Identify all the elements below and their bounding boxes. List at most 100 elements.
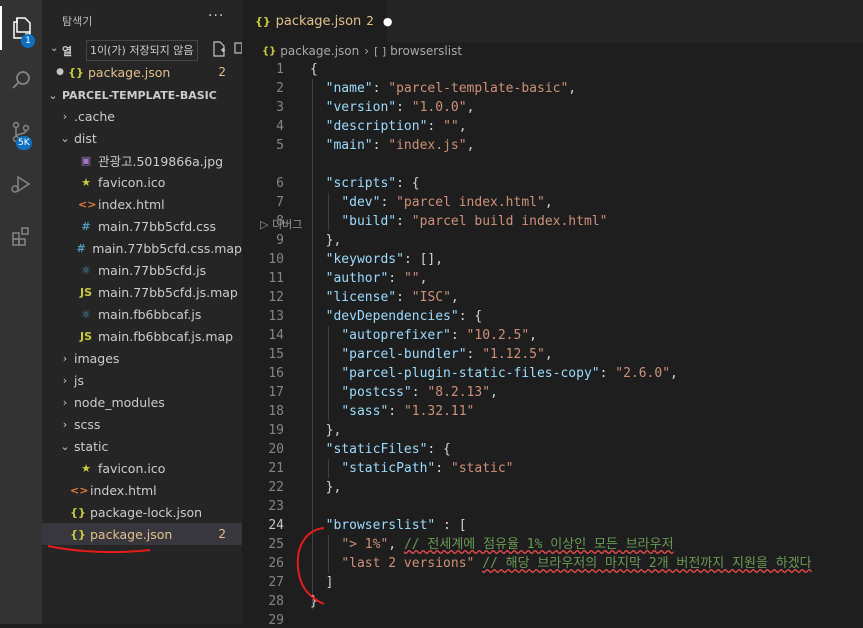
punctuation [310,347,341,362]
json-string: "10.2.5" [466,328,530,343]
code-editor[interactable]: 1 2 3 4 5 6 7 8 9 10 11 12 13 14 15 16 17 18 19 20 21 22 23 24 2… [242,60,863,628]
punctuation: , [670,366,678,381]
line-number: 28 [268,594,284,609]
line-number: 15 [268,347,284,362]
json-key: "keywords" [325,252,404,267]
extensions-icon[interactable] [0,214,42,258]
more-actions-button[interactable]: ··· [208,8,224,24]
favicon-star-icon: ★ [81,461,91,475]
folder-header[interactable]: ⌄ PARCEL-TEMPLATE-BASIC [42,84,242,106]
tree-item[interactable]: <> index.html [42,193,242,215]
code-line: }, [310,478,342,497]
json-key: "devDependencies" [325,309,459,324]
json-file-icon: {} [70,505,86,519]
punctuation [310,138,326,153]
code-line: "author": "", [310,269,428,288]
tree-item[interactable]: › scss [42,413,242,435]
debug-codelens[interactable]: ▷ 디버그 [260,216,302,232]
json-key: "build" [341,214,397,229]
tree-item-label: favicon.ico [98,460,166,476]
punctuation: , [544,195,553,210]
tab-package-json[interactable]: {} package.json 2 ● [242,0,393,42]
line-number: 4 [276,119,284,134]
tree-item-label: node_modules [74,394,165,410]
code-line: "build": "parcel build index.html" [310,212,607,231]
tree-item[interactable]: {} package-lock.json [42,501,242,523]
punctuation: : [450,328,467,343]
source-control-icon[interactable]: 5K [0,110,42,154]
tree-item[interactable]: JS main.77bb5cfd.js.map [42,281,242,303]
punctuation: : [388,271,404,286]
punctuation: : [396,214,412,229]
save-all-icon[interactable] [234,41,243,61]
tree-item[interactable]: ▣ 관광고.5019866a.jpg [42,149,242,171]
line-number: 20 [268,442,284,457]
tree-item[interactable]: <> index.html [42,479,242,501]
tree-item[interactable]: JS main.fb6bbcaf.js.map [42,325,242,347]
tree-item[interactable]: ⌄ static [42,435,242,457]
json-key: "author" [325,271,389,286]
open-editor-item[interactable]: ● {} package.json 2 [42,61,242,83]
code-line: { [310,60,318,79]
line-number: 10 [268,252,284,267]
code-line: }, [310,231,342,250]
json-string: "8.2.13" [427,385,491,400]
tree-item[interactable]: # main.77bb5cfd.css [42,215,242,237]
tree-item[interactable]: # main.77bb5cfd.css.map [42,237,242,259]
code-line: "postcss": "8.2.13", [310,383,498,402]
js-file-icon: JS [79,285,92,299]
tree-item-label: .cache [74,108,115,124]
breadcrumb-file[interactable]: package.json [280,44,359,58]
favicon-star-icon: ★ [81,175,91,189]
tree-item[interactable]: ★ favicon.ico [42,171,242,193]
tree-item[interactable]: ★ favicon.ico [42,457,242,479]
punctuation [310,385,341,400]
unsaved-dot-icon[interactable]: ● [383,15,393,28]
json-key: "parcel-bundler" [341,347,467,362]
line-number: 17 [268,385,284,400]
tree-item[interactable]: › node_modules [42,391,242,413]
run-debug-icon[interactable] [0,162,42,206]
json-key: "staticPath" [341,461,436,476]
json-key: "name" [325,81,373,96]
code-comment: // 전세계에 점유율 1% 이상인 모든 브라우저 [403,537,674,552]
tree-item[interactable]: › js [42,369,242,391]
tree-item[interactable]: › images [42,347,242,369]
code-line: "main": "index.js", [310,136,475,155]
punctuation: : [ [435,518,467,533]
activity-bar: 1 5K [0,0,42,624]
unsaved-tooltip: 1이(가) 저장되지 않음 [86,40,198,61]
open-editor-name: package.json [88,64,171,80]
explorer-icon[interactable]: 1 [0,6,42,50]
search-icon[interactable] [0,58,42,102]
code-line: "version": "1.0.0", [310,98,475,117]
red-underline-annotation [47,545,151,554]
chevron-right-icon: › [62,417,68,431]
tree-item[interactable]: › .cache [42,105,242,127]
tab-bar: {} package.json 2 ● [242,0,863,42]
json-key: "main" [325,138,373,153]
json-string: "parcel index.html" [396,195,545,210]
punctuation [310,461,341,476]
json-key: "dev" [341,195,381,210]
code-line: "last 2 versions" // 해당 브라우저의 마지막 2개 버전까… [310,554,811,573]
punctuation: , [388,537,404,552]
line-number: 13 [268,309,284,324]
explorer-badge: 1 [21,34,35,48]
punctuation [310,195,341,210]
code-line: "staticFiles": { [310,440,451,459]
punctuation [310,404,341,419]
new-file-icon[interactable] [212,41,226,61]
breadcrumb-node[interactable]: browserslist [390,44,462,58]
tree-item[interactable]: ⌄ dist [42,127,242,149]
punctuation: , [490,385,498,400]
scm-badge: 5K [16,136,32,150]
red-bracket-annotation [296,527,325,605]
punctuation: : { [427,442,451,457]
tree-item[interactable]: ⚛ main.77bb5cfd.js [42,259,242,281]
code-line: "browserslist" : [ [310,516,467,535]
line-number: 3 [276,100,284,115]
tree-item[interactable]: ⚛ main.fb6bbcaf.js [42,303,242,325]
json-string: "parcel-template-basic" [388,81,569,96]
code-line: "dev": "parcel index.html", [310,193,553,212]
